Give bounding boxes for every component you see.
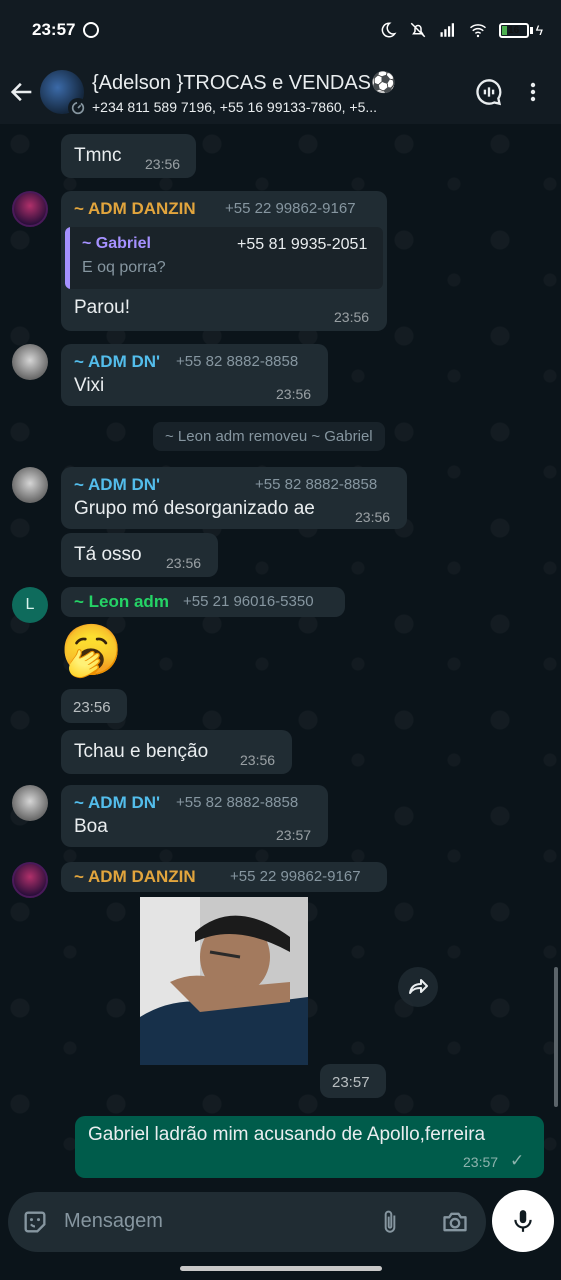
message-time-bubble: 23:56	[61, 689, 127, 723]
sticker-icon[interactable]	[20, 1207, 50, 1237]
timer-icon	[68, 98, 88, 118]
sender-phone: +55 82 8882-8858	[176, 794, 299, 811]
message-bubble[interactable]: ~ ADM DN' +55 82 8882-8858 Vixi 23:56	[61, 344, 328, 406]
sender-name[interactable]: ~ ADM DN'	[74, 352, 160, 372]
sender-avatar[interactable]	[12, 344, 48, 380]
sender-avatar[interactable]: L	[12, 587, 48, 623]
battery-level: 16	[508, 24, 520, 36]
mic-button[interactable]	[492, 1190, 554, 1252]
mute-icon	[410, 22, 425, 38]
quoted-message[interactable]: ~ Gabriel +55 81 9935-2051 E oq porra?	[65, 227, 383, 289]
group-name: {Adelson }TROCAS e VENDAS⚽	[92, 71, 396, 94]
message-header-bubble[interactable]: ~ Leon adm +55 21 96016-5350	[61, 587, 345, 617]
message-text: Tá osso	[74, 544, 142, 565]
message-time: 23:56	[355, 509, 391, 525]
message-text: Parou!	[74, 297, 130, 318]
message-bubble[interactable]: Tá osso 23:56	[61, 533, 218, 577]
sender-phone: +55 21 96016-5350	[183, 593, 314, 610]
message-time: 23:56	[145, 156, 181, 172]
wifi-icon	[469, 24, 486, 38]
mic-icon	[514, 1210, 532, 1232]
message-bubble[interactable]: ~ ADM DANZIN +55 22 99862-9167 ~ Gabriel…	[61, 191, 387, 331]
back-arrow-icon[interactable]	[8, 78, 36, 106]
sender-avatar[interactable]	[12, 191, 48, 227]
sender-phone: +55 22 99862-9167	[225, 200, 356, 217]
home-indicator[interactable]	[180, 1266, 382, 1271]
message-text: Tmnc	[74, 145, 122, 166]
message-time: 23:56	[73, 699, 111, 716]
more-vert-icon	[530, 82, 536, 102]
message-time: 23:57	[332, 1074, 370, 1091]
scrollbar[interactable]	[554, 967, 558, 1107]
status-bar: 23:57 16 ϟ	[0, 0, 561, 60]
sender-phone: +55 82 8882-8858	[176, 353, 299, 370]
signal-icon	[440, 23, 454, 37]
quoted-sender: ~ Gabriel	[82, 235, 151, 252]
quoted-phone: +55 81 9935-2051	[237, 236, 368, 253]
message-text: Vixi	[74, 375, 105, 396]
sender-name[interactable]: ~ ADM DN'	[74, 475, 160, 495]
sender-name[interactable]: ~ ADM DN'	[74, 793, 160, 813]
message-input[interactable]: Mensagem	[8, 1192, 486, 1252]
whatsapp-icon	[83, 22, 100, 38]
message-list[interactable]: Tmnc 23:56 ~ ADM DANZIN +55 22 99862-916…	[0, 124, 561, 1190]
message-text: Grupo mó desorganizado ae	[74, 498, 315, 519]
sent-check-icon: ✓	[510, 1151, 525, 1170]
message-bubble[interactable]: ~ ADM DN' +55 82 8882-8858 Grupo mó deso…	[61, 467, 407, 529]
camera-icon[interactable]	[440, 1207, 470, 1237]
message-time: 23:56	[276, 386, 312, 402]
message-time: 23:56	[334, 309, 370, 325]
message-time: 23:57	[463, 1154, 499, 1170]
message-time-bubble: 23:57	[320, 1064, 386, 1098]
system-message: ~ Leon adm removeu ~ Gabriel	[153, 422, 385, 451]
sender-phone: +55 82 8882-8858	[255, 476, 378, 493]
group-avatar[interactable]	[40, 70, 88, 118]
sender-name[interactable]: ~ ADM DANZIN	[74, 867, 196, 887]
moon-icon	[381, 22, 397, 38]
attach-icon[interactable]	[375, 1207, 405, 1237]
forward-button[interactable]	[398, 967, 438, 1007]
group-members: +234 811 589 7196, +55 16 99133-7860, +5…	[92, 98, 378, 115]
status-time: 23:57	[32, 20, 76, 39]
message-text: Gabriel ladrão mim acusando de Apollo,fe…	[88, 1124, 486, 1145]
sender-name[interactable]: ~ Leon adm	[74, 592, 169, 612]
message-bubble[interactable]: ~ ADM DN' +55 82 8882-8858 Boa 23:57	[61, 785, 328, 847]
photo-image	[140, 897, 308, 1065]
voice-chat-icon	[476, 79, 502, 106]
sender-avatar[interactable]	[12, 862, 48, 898]
outgoing-message-bubble[interactable]: Gabriel ladrão mim acusando de Apollo,fe…	[75, 1116, 544, 1178]
sender-phone: +55 22 99862-9167	[230, 868, 361, 885]
message-header-bubble[interactable]: ~ ADM DANZIN +55 22 99862-9167	[61, 862, 387, 892]
message-bubble[interactable]: Tchau e benção 23:56	[61, 730, 292, 774]
battery-icon: 16 ϟ	[498, 22, 543, 38]
more-options-button[interactable]	[511, 70, 555, 114]
emoji-message[interactable]: 🥱	[60, 620, 122, 680]
message-input-placeholder: Mensagem	[64, 1210, 163, 1232]
message-time: 23:56	[166, 555, 202, 571]
avatar-letter: L	[25, 596, 35, 613]
message-bubble[interactable]: Tmnc 23:56	[61, 134, 196, 178]
sender-avatar[interactable]	[12, 467, 48, 503]
image-message[interactable]	[140, 897, 308, 1065]
forward-icon	[409, 979, 428, 994]
voice-chat-button[interactable]	[467, 70, 511, 114]
message-time: 23:57	[276, 827, 312, 843]
message-text: Boa	[74, 816, 108, 837]
chat-header: {Adelson }TROCAS e VENDAS⚽ +234 811 589 …	[0, 60, 561, 124]
message-text: Tchau e benção	[74, 741, 209, 762]
quoted-text: E oq porra?	[82, 259, 166, 276]
sender-avatar[interactable]	[12, 785, 48, 821]
sender-name[interactable]: ~ ADM DANZIN	[74, 199, 196, 219]
chat-title-area[interactable]: {Adelson }TROCAS e VENDAS⚽ +234 811 589 …	[92, 70, 467, 115]
message-time: 23:56	[240, 752, 276, 768]
